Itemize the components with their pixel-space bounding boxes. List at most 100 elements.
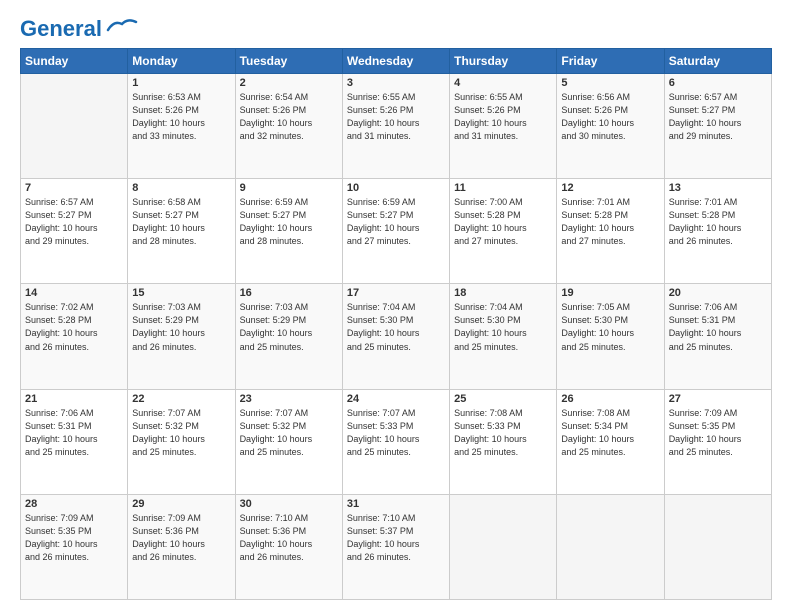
day-number: 24 [347, 393, 445, 405]
day-info: Sunrise: 7:03 AM Sunset: 5:29 PM Dayligh… [240, 301, 338, 353]
calendar-cell: 27 Sunrise: 7:09 AM Sunset: 5:35 PM Dayli… [664, 389, 771, 494]
day-number: 5 [561, 77, 659, 89]
calendar-cell [450, 494, 557, 599]
calendar-cell: 22 Sunrise: 7:07 AM Sunset: 5:32 PM Dayli… [128, 389, 235, 494]
day-number: 14 [25, 287, 123, 299]
day-number: 9 [240, 182, 338, 194]
calendar-cell: 3Sunrise: 6:55 AM Sunset: 5:26 PM Daylig… [342, 74, 449, 179]
day-number: 18 [454, 287, 552, 299]
day-info: Sunrise: 7:05 AM Sunset: 5:30 PM Dayligh… [561, 301, 659, 353]
day-number: 4 [454, 77, 552, 89]
calendar-cell: 11 Sunrise: 7:00 AM Sunset: 5:28 PM Dayli… [450, 179, 557, 284]
day-info: Sunrise: 6:54 AM Sunset: 5:26 PM Dayligh… [240, 91, 338, 143]
calendar-cell: 30 Sunrise: 7:10 AM Sunset: 5:36 PM Dayli… [235, 494, 342, 599]
day-number: 20 [669, 287, 767, 299]
calendar-cell: 10 Sunrise: 6:59 AM Sunset: 5:27 PM Dayli… [342, 179, 449, 284]
day-info: Sunrise: 7:08 AM Sunset: 5:34 PM Dayligh… [561, 407, 659, 459]
day-info: Sunrise: 6:57 AM Sunset: 5:27 PM Dayligh… [25, 196, 123, 248]
day-info: Sunrise: 7:01 AM Sunset: 5:28 PM Dayligh… [669, 196, 767, 248]
calendar-cell: 21Sunrise: 7:06 AM Sunset: 5:31 PM Dayli… [21, 389, 128, 494]
day-number: 16 [240, 287, 338, 299]
logo-text: General [20, 16, 102, 42]
day-number: 2 [240, 77, 338, 89]
calendar-cell: 16 Sunrise: 7:03 AM Sunset: 5:29 PM Dayli… [235, 284, 342, 389]
day-info: Sunrise: 6:59 AM Sunset: 5:27 PM Dayligh… [347, 196, 445, 248]
week-row-4: 21Sunrise: 7:06 AM Sunset: 5:31 PM Dayli… [21, 389, 772, 494]
day-number: 25 [454, 393, 552, 405]
day-number: 6 [669, 77, 767, 89]
calendar-cell: 23 Sunrise: 7:07 AM Sunset: 5:32 PM Dayli… [235, 389, 342, 494]
week-row-2: 7 Sunrise: 6:57 AM Sunset: 5:27 PM Daylig… [21, 179, 772, 284]
calendar-cell: 14 Sunrise: 7:02 AM Sunset: 5:28 PM Dayli… [21, 284, 128, 389]
day-number: 30 [240, 498, 338, 510]
weekday-wednesday: Wednesday [342, 49, 449, 74]
page: General SundayMondayTuesdayWednesdayThur… [0, 0, 792, 612]
day-info: Sunrise: 6:53 AM Sunset: 5:26 PM Dayligh… [132, 91, 230, 143]
logo: General [20, 16, 138, 38]
weekday-thursday: Thursday [450, 49, 557, 74]
weekday-friday: Friday [557, 49, 664, 74]
week-row-1: 1 Sunrise: 6:53 AM Sunset: 5:26 PM Daylig… [21, 74, 772, 179]
day-info: Sunrise: 6:56 AM Sunset: 5:26 PM Dayligh… [561, 91, 659, 143]
day-number: 1 [132, 77, 230, 89]
day-number: 31 [347, 498, 445, 510]
calendar-cell: 26 Sunrise: 7:08 AM Sunset: 5:34 PM Dayli… [557, 389, 664, 494]
day-info: Sunrise: 7:10 AM Sunset: 5:37 PM Dayligh… [347, 512, 445, 564]
day-info: Sunrise: 7:03 AM Sunset: 5:29 PM Dayligh… [132, 301, 230, 353]
calendar-cell: 8Sunrise: 6:58 AM Sunset: 5:27 PM Daylig… [128, 179, 235, 284]
calendar-cell [664, 494, 771, 599]
day-info: Sunrise: 7:10 AM Sunset: 5:36 PM Dayligh… [240, 512, 338, 564]
calendar-cell: 17 Sunrise: 7:04 AM Sunset: 5:30 PM Dayli… [342, 284, 449, 389]
weekday-monday: Monday [128, 49, 235, 74]
calendar-cell: 5 Sunrise: 6:56 AM Sunset: 5:26 PM Daylig… [557, 74, 664, 179]
day-number: 10 [347, 182, 445, 194]
calendar-cell: 19 Sunrise: 7:05 AM Sunset: 5:30 PM Dayli… [557, 284, 664, 389]
calendar-table: SundayMondayTuesdayWednesdayThursdayFrid… [20, 48, 772, 600]
day-number: 15 [132, 287, 230, 299]
day-info: Sunrise: 7:07 AM Sunset: 5:33 PM Dayligh… [347, 407, 445, 459]
header: General [20, 16, 772, 38]
day-info: Sunrise: 6:57 AM Sunset: 5:27 PM Dayligh… [669, 91, 767, 143]
day-info: Sunrise: 7:07 AM Sunset: 5:32 PM Dayligh… [240, 407, 338, 459]
day-info: Sunrise: 6:58 AM Sunset: 5:27 PM Dayligh… [132, 196, 230, 248]
calendar-cell: 29Sunrise: 7:09 AM Sunset: 5:36 PM Dayli… [128, 494, 235, 599]
day-number: 17 [347, 287, 445, 299]
day-info: Sunrise: 7:00 AM Sunset: 5:28 PM Dayligh… [454, 196, 552, 248]
day-info: Sunrise: 7:04 AM Sunset: 5:30 PM Dayligh… [454, 301, 552, 353]
day-info: Sunrise: 6:55 AM Sunset: 5:26 PM Dayligh… [454, 91, 552, 143]
day-number: 27 [669, 393, 767, 405]
calendar-cell: 24 Sunrise: 7:07 AM Sunset: 5:33 PM Dayli… [342, 389, 449, 494]
calendar-cell: 1 Sunrise: 6:53 AM Sunset: 5:26 PM Daylig… [128, 74, 235, 179]
weekday-sunday: Sunday [21, 49, 128, 74]
day-number: 7 [25, 182, 123, 194]
calendar-cell: 12 Sunrise: 7:01 AM Sunset: 5:28 PM Dayli… [557, 179, 664, 284]
day-number: 23 [240, 393, 338, 405]
day-info: Sunrise: 7:07 AM Sunset: 5:32 PM Dayligh… [132, 407, 230, 459]
calendar-cell: 25Sunrise: 7:08 AM Sunset: 5:33 PM Dayli… [450, 389, 557, 494]
weekday-tuesday: Tuesday [235, 49, 342, 74]
day-number: 22 [132, 393, 230, 405]
day-number: 19 [561, 287, 659, 299]
weekday-saturday: Saturday [664, 49, 771, 74]
day-info: Sunrise: 7:09 AM Sunset: 5:35 PM Dayligh… [669, 407, 767, 459]
day-number: 13 [669, 182, 767, 194]
day-info: Sunrise: 6:55 AM Sunset: 5:26 PM Dayligh… [347, 91, 445, 143]
calendar-cell: 15 Sunrise: 7:03 AM Sunset: 5:29 PM Dayli… [128, 284, 235, 389]
calendar-cell: 4 Sunrise: 6:55 AM Sunset: 5:26 PM Daylig… [450, 74, 557, 179]
day-number: 28 [25, 498, 123, 510]
day-number: 12 [561, 182, 659, 194]
calendar-cell: 18 Sunrise: 7:04 AM Sunset: 5:30 PM Dayli… [450, 284, 557, 389]
day-info: Sunrise: 7:01 AM Sunset: 5:28 PM Dayligh… [561, 196, 659, 248]
calendar-cell [557, 494, 664, 599]
calendar-cell: 2 Sunrise: 6:54 AM Sunset: 5:26 PM Daylig… [235, 74, 342, 179]
day-number: 11 [454, 182, 552, 194]
calendar-cell [21, 74, 128, 179]
day-info: Sunrise: 7:06 AM Sunset: 5:31 PM Dayligh… [669, 301, 767, 353]
calendar-cell: 9Sunrise: 6:59 AM Sunset: 5:27 PM Daylig… [235, 179, 342, 284]
day-info: Sunrise: 7:02 AM Sunset: 5:28 PM Dayligh… [25, 301, 123, 353]
calendar-cell: 20 Sunrise: 7:06 AM Sunset: 5:31 PM Dayli… [664, 284, 771, 389]
calendar-cell: 13 Sunrise: 7:01 AM Sunset: 5:28 PM Dayli… [664, 179, 771, 284]
day-info: Sunrise: 7:04 AM Sunset: 5:30 PM Dayligh… [347, 301, 445, 353]
calendar-body: 1 Sunrise: 6:53 AM Sunset: 5:26 PM Daylig… [21, 74, 772, 600]
day-number: 26 [561, 393, 659, 405]
